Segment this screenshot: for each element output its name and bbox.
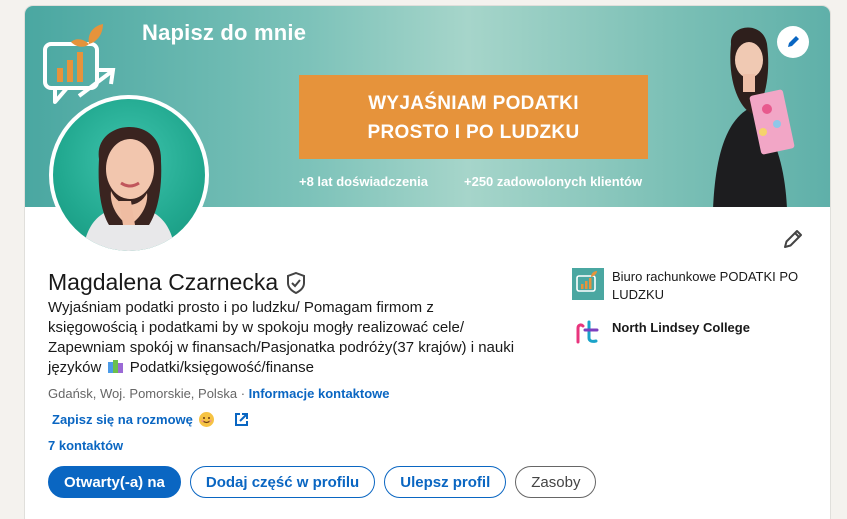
banner-slogan-line1: WYJAŚNIAM PODATKI (368, 93, 579, 114)
company-name: Biuro rachunkowe PODATKI PO LUDZKU (612, 269, 799, 302)
enhance-profile-button[interactable]: Ulepsz profil (384, 466, 507, 498)
profile-headline: Wyjaśniam podatki prosto i po ludzku/ Po… (48, 298, 518, 378)
school-name: North Lindsey College (612, 320, 750, 335)
booking-row: Zapisz się na rozmowę (52, 412, 249, 427)
shield-check-icon[interactable] (286, 271, 306, 294)
external-link-icon[interactable] (234, 412, 249, 427)
banner-slogan-line2: PROSTO I PO LUDZKU (367, 122, 580, 143)
avatar-portrait-image (83, 126, 175, 251)
current-company[interactable]: Biuro rachunkowe PODATKI PO LUDZKU (572, 268, 812, 304)
headline-tail: Podatki/księgowość/finanse (129, 359, 314, 376)
booking-link[interactable]: Zapisz się na rozmowę (52, 412, 193, 427)
banner-slogan-box: WYJAŚNIAM PODATKI PROSTO I PO LUDZKU (299, 75, 648, 159)
pencil-icon (788, 36, 799, 47)
location-separator: · (240, 386, 246, 401)
location-row: Gdańsk, Woj. Pomorskie, Polska · Informa… (48, 386, 390, 401)
name-row: Magdalena Czarnecka (48, 269, 306, 296)
education-institution[interactable]: North Lindsey College (572, 316, 812, 348)
profile-card: Napisz do mnie WYJAŚNIAM PODATKI PROSTO … (25, 6, 830, 519)
connections-link[interactable]: 7 kontaktów (48, 438, 123, 453)
books-icon (107, 360, 123, 373)
open-to-button[interactable]: Otwarty(-a) na (48, 466, 181, 498)
profile-name: Magdalena Czarnecka (48, 269, 279, 295)
profile-actions: Otwarty(-a) na Dodaj część w profilu Ule… (48, 466, 597, 498)
profile-photo[interactable] (49, 95, 209, 255)
school-logo-icon (572, 316, 604, 348)
avatar (53, 99, 205, 251)
banner-heading: Napisz do mnie (142, 20, 307, 45)
location-text: Gdańsk, Woj. Pomorskie, Polska (48, 386, 238, 401)
company-logo-icon (572, 268, 604, 300)
smile-emoji-icon (198, 412, 214, 427)
add-profile-section-button[interactable]: Dodaj część w profilu (189, 466, 376, 498)
resources-button[interactable]: Zasoby (515, 466, 597, 498)
edit-intro-button[interactable] (781, 227, 805, 251)
edit-banner-button[interactable] (777, 26, 809, 58)
banner-stat-clients: +250 zadowolonych klientów (464, 174, 643, 189)
banner-stat-experience: +8 lat doświadczenia (299, 174, 428, 189)
contact-info-link[interactable]: Informacje kontaktowe (249, 386, 390, 401)
